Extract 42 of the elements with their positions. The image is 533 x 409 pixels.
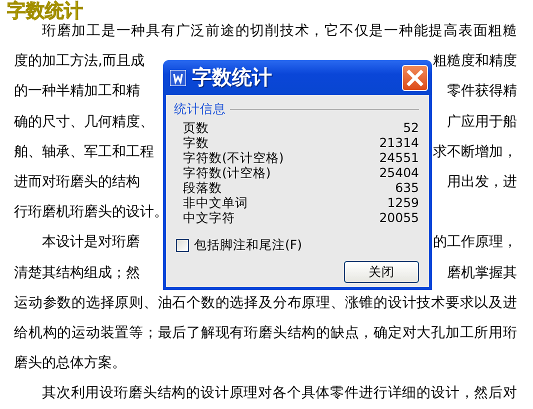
body-text: 用出发，进 [447,172,517,192]
body-text: 其次利用设珩磨头结构的设计原理对各个具体零件进行详细的设计，然后对 [41,384,517,404]
stat-label: 字数 [183,135,209,150]
stat-value: 25404 [379,165,419,180]
stat-label: 字符数(不计空格) [183,150,284,165]
stat-value: 635 [395,180,419,195]
body-text: 磨机掌握其 [447,264,517,282]
body-text: 的工作原理， [433,233,517,252]
stat-label: 非中文单词 [183,195,248,210]
stat-value: 24551 [379,150,419,165]
checkbox[interactable] [176,239,189,252]
stat-label: 字符数(计空格) [183,165,271,180]
body-text: 广应用于船 [447,112,517,132]
stat-label: 中文字符 [183,210,235,225]
body-text: 珩磨加工是一种具有广泛前途的切削技术，它不仅是一种能提高表面粗糙 [41,22,517,41]
close-button[interactable] [402,64,428,90]
group-label: 统计信息 [174,101,226,118]
body-text: 清楚其结构组成；然 [14,264,140,282]
stat-label: 页数 [183,120,209,135]
body-text: 舶、轴承、军工和工程 [14,142,154,162]
app-icon [170,70,186,86]
body-text: 求不断增加， [433,142,517,162]
caption-title: 字数统计 [7,0,83,22]
body-text: 的一种半精加工和精 [14,82,140,102]
stat-value: 52 [403,120,419,135]
window-title: 字数统计 [192,64,273,91]
close-dialog-button[interactable]: 关闭 [344,261,419,283]
stat-value: 1259 [387,195,419,210]
body-text: 磨头的总体方案。 [14,354,126,374]
checkbox-label: 包括脚注和尾注(F) [194,237,302,254]
body-text: 粗糙度和精度 [433,52,517,72]
body-text: 给机构的运动装置等；最后了解现有珩磨头结构的缺点，确定对大孔加工所用珩 [14,324,517,343]
body-text: 确的尺寸、几何精度、 [14,112,154,132]
body-text: 度的加工方法,而且成 [14,52,144,72]
body-text: 进而对珩磨头的结构 [14,172,140,192]
body-text: 零件获得精 [447,82,517,102]
stat-value: 20055 [379,210,419,225]
body-text: 本设计是对珩磨 [41,233,140,252]
body-text: 运动参数的选择原则、油石个数的选择及分布原理、涨锥的设计技术要求以及进 [14,294,517,313]
body-text: 行珩磨机珩磨头的设计。 [14,203,168,222]
stat-label: 段落数 [183,180,222,195]
stat-value: 21314 [379,135,419,150]
